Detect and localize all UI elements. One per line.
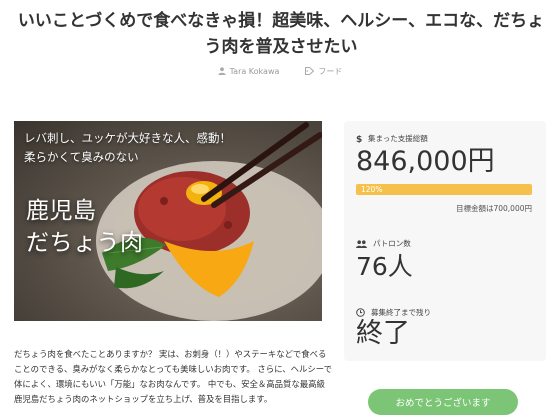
dollar-icon: $ (356, 134, 362, 143)
goal-amount: 目標金額は700,000円 (455, 204, 532, 213)
category-link[interactable]: フード (318, 66, 342, 77)
hero-caption: レバ刺し、ユッケが大好きな人、感動！ 柔らかくて臭みのない (24, 129, 314, 167)
congratulations-button[interactable]: おめでとうございます (368, 389, 518, 415)
funding-progress-bar: 120% (356, 184, 532, 195)
hero-headline-line2: だちょう肉 (26, 230, 144, 256)
backers-label-row: パトロン数 (356, 238, 411, 249)
funding-panel: $ 集まった支援総額 846,000円 120% 目標金額は700,000円 パ… (344, 121, 546, 361)
svg-text:$: $ (356, 135, 362, 143)
author[interactable]: Tara Kokawa (217, 66, 280, 76)
author-name: Tara Kokawa (229, 66, 280, 76)
hero-headline-line1: 鹿児島 (26, 198, 97, 224)
tag-icon (305, 67, 315, 75)
raised-amount: 846,000円 (356, 146, 495, 177)
hero-headline: 鹿児島 だちょう肉 (26, 195, 144, 259)
hero-caption-line2: 柔らかくて臭みのない (24, 150, 139, 164)
raised-label-row: $ 集まった支援総額 (356, 133, 428, 144)
category[interactable]: フード (305, 66, 342, 77)
raised-label: 集まった支援総額 (368, 134, 428, 143)
project-title: いいことづくめで食べなきゃ損！超美味、ヘルシー、エコな、だちょう肉を普及させたい (17, 11, 545, 57)
group-icon (356, 239, 367, 248)
remaining-time: 終了 (356, 318, 410, 349)
hero-caption-line1: レバ刺し、ユッケが大好きな人、感動！ (24, 131, 231, 145)
project-description: だちょう肉を食べたことありますか？ 実は、お刺身（！）やステーキなどで食べること… (14, 349, 332, 404)
user-icon (217, 67, 226, 75)
backers-count: 76人 (356, 252, 413, 281)
progress-percent: 120% (361, 185, 383, 194)
hero-image: レバ刺し、ユッケが大好きな人、感動！ 柔らかくて臭みのない 鹿児島 だちょう肉 (14, 121, 322, 321)
project-meta: Tara Kokawa フード (0, 64, 560, 78)
backers-label: パトロン数 (373, 239, 411, 248)
